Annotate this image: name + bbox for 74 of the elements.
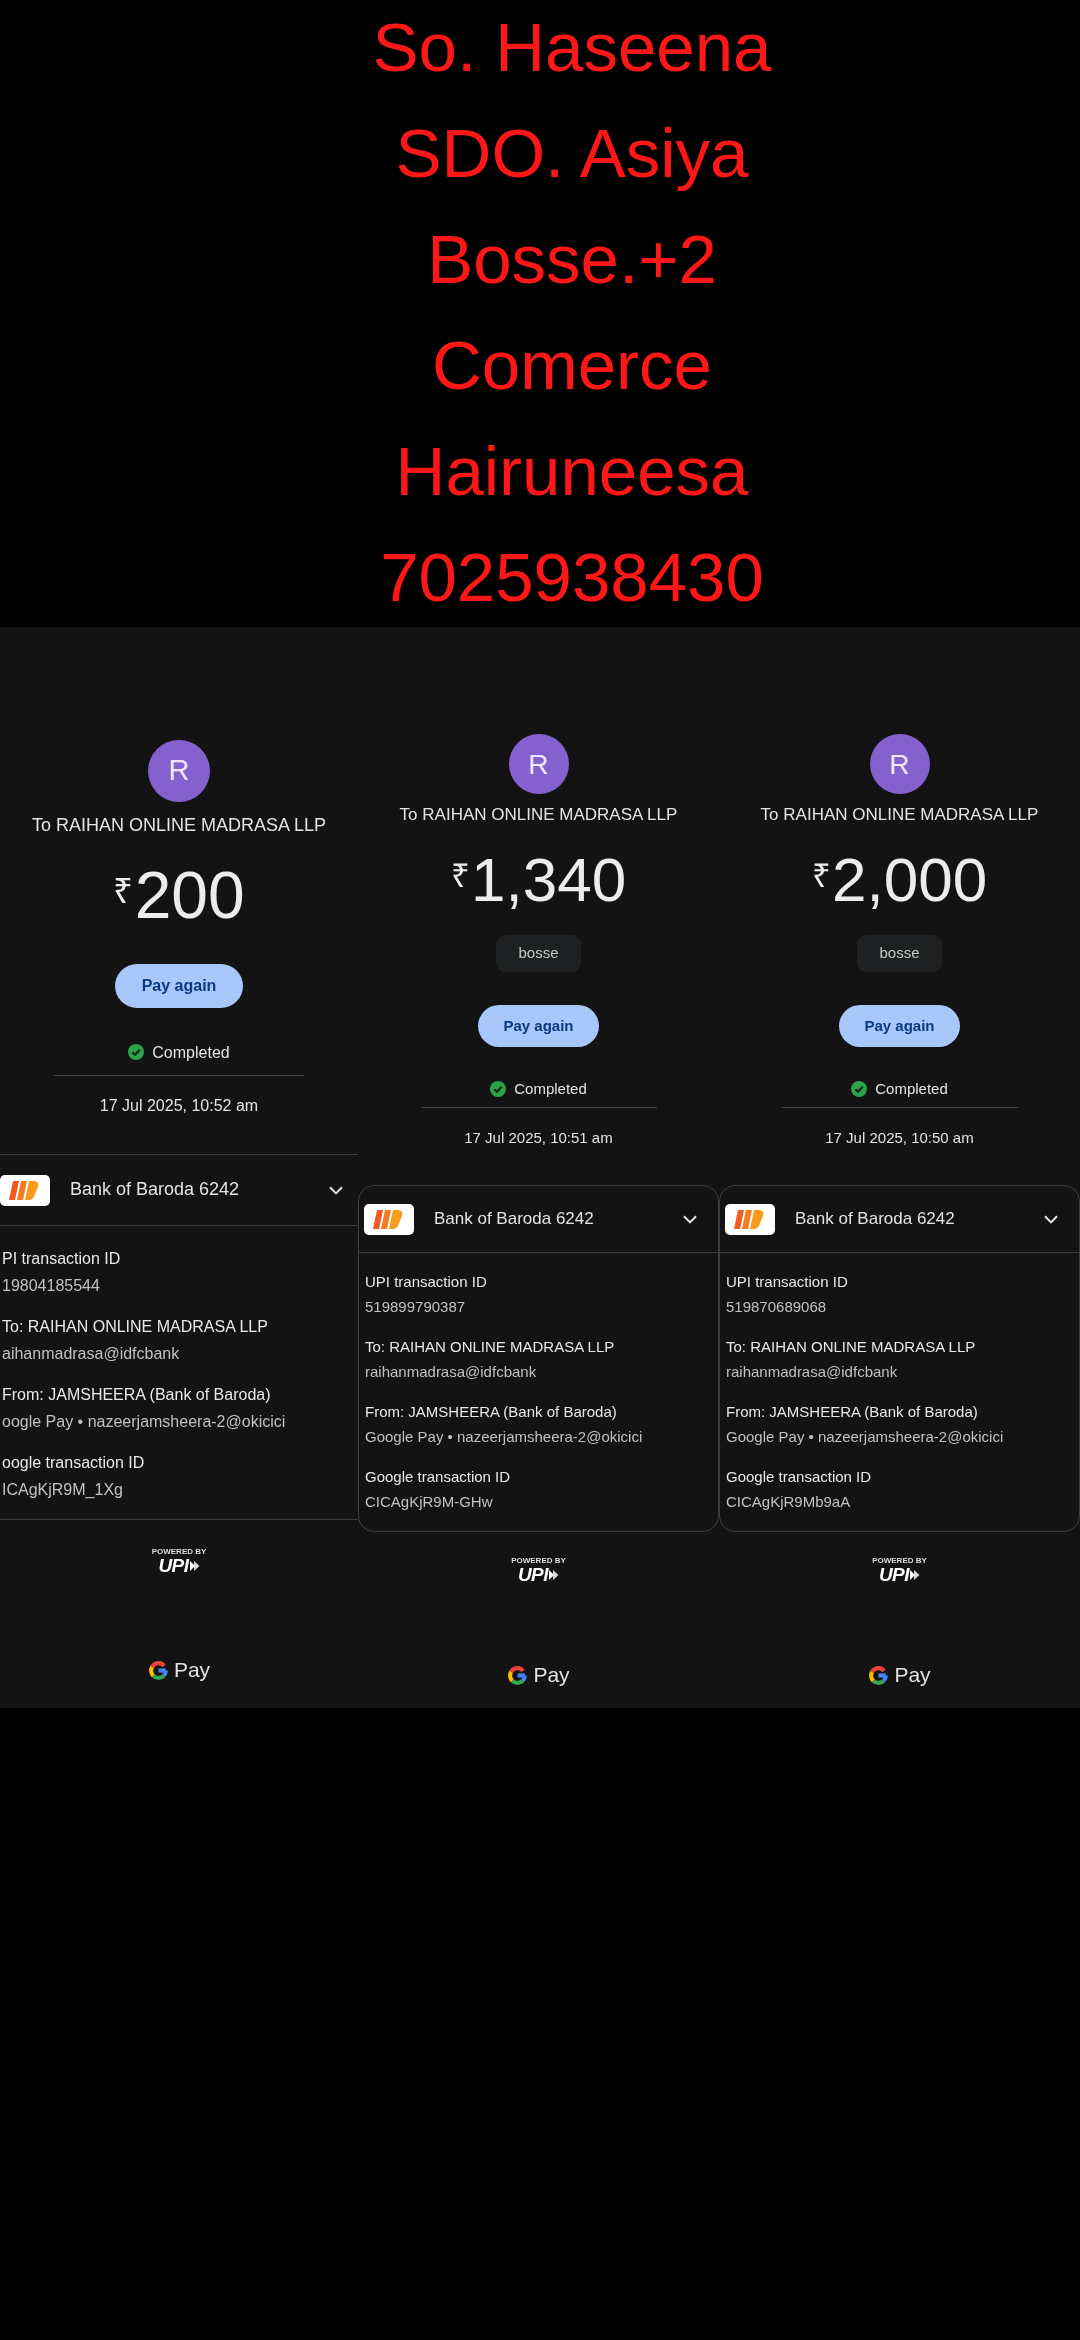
annotation-text: 7025938430 — [380, 540, 764, 616]
annotation-text: Bosse.+2 — [427, 222, 717, 298]
detail-value: aihanmadrasa@idfcbank — [2, 1343, 180, 1364]
detail-label: Google transaction ID — [726, 1467, 872, 1487]
detail-value: CICAgKjR9Mb9aA — [726, 1492, 851, 1512]
detail-label: PI transaction ID — [2, 1248, 121, 1269]
detail-label: From: JAMSHEERA (Bank of Baroda) — [365, 1402, 617, 1422]
detail-value: Google Pay • nazeerjamsheera-2@okicici — [365, 1427, 643, 1447]
bank-account-text: Bank of Baroda 6242 — [434, 1208, 595, 1230]
avatar: R — [148, 740, 210, 802]
annotation-text: SDO. Asiya — [395, 116, 749, 192]
bank-account-text: Bank of Baroda 6242 — [70, 1179, 241, 1201]
detail-value: ICAgKjR9M_1Xg — [2, 1479, 123, 1500]
chevron-down-icon[interactable] — [683, 1214, 697, 1224]
annotation-text: Comerce — [432, 328, 712, 404]
avatar: R — [869, 734, 930, 794]
detail-value: oogle Pay • nazeerjamsheera-2@okicici — [2, 1411, 286, 1432]
status-text: Completed — [152, 1042, 230, 1063]
detail-value: raihanmadrasa@idfcbank — [726, 1362, 898, 1382]
pay-again-button[interactable]: Pay again — [839, 1005, 960, 1047]
payee-text: To RAIHAN ONLINE MADRASA LLP — [31, 813, 327, 837]
powered-by-text: POWERED BY — [151, 1547, 207, 1556]
amount-text: $^{₹}$2,000 — [811, 849, 988, 911]
payee-text: To RAIHAN ONLINE MADRASA LLP — [399, 804, 678, 826]
detail-label: From: JAMSHEERA (Bank of Baroda) — [2, 1384, 271, 1405]
annotation-text: Hairuneesa — [395, 434, 749, 510]
status-text: Completed — [514, 1079, 587, 1099]
arrow-icon — [910, 1569, 921, 1581]
upi-logo-text: UPI — [878, 1565, 910, 1585]
brand-text: Pay — [533, 1662, 570, 1688]
detail-label: UPI transaction ID — [365, 1272, 487, 1292]
chevron-down-icon[interactable] — [1044, 1214, 1058, 1224]
note-chip: bosse — [496, 935, 581, 972]
detail-label: To: RAIHAN ONLINE MADRASA LLP — [726, 1337, 976, 1357]
detail-label: UPI transaction ID — [726, 1272, 848, 1292]
date-text: 17 Jul 2025, 10:51 am — [464, 1128, 613, 1148]
powered-by-text: POWERED BY — [872, 1556, 927, 1565]
bank-logo-icon — [364, 1203, 414, 1235]
bank-logo-icon — [725, 1203, 775, 1235]
detail-value: Google Pay • nazeerjamsheera-2@okicici — [726, 1427, 1004, 1447]
annotation-text: So. Haseena — [372, 10, 772, 86]
pay-again-button[interactable]: Pay again — [478, 1005, 599, 1047]
detail-label: From: JAMSHEERA (Bank of Baroda) — [726, 1402, 978, 1422]
date-text: 17 Jul 2025, 10:50 am — [825, 1128, 974, 1148]
detail-value: raihanmadrasa@idfcbank — [365, 1362, 537, 1382]
note-chip: bosse — [857, 935, 942, 972]
bank-logo-icon — [0, 1174, 50, 1206]
amount-text: $^{₹}$1,340 — [450, 849, 627, 911]
google-g-icon — [147, 1659, 169, 1681]
brand-text: Pay — [894, 1662, 931, 1688]
brand-text: Pay — [173, 1657, 211, 1683]
detail-label: To: RAIHAN ONLINE MADRASA LLP — [2, 1316, 268, 1337]
google-g-icon — [507, 1664, 529, 1686]
chevron-down-icon[interactable] — [329, 1185, 343, 1195]
payee-text: To RAIHAN ONLINE MADRASA LLP — [760, 804, 1039, 826]
powered-by-text: POWERED BY — [511, 1556, 566, 1565]
detail-value: CICAgKjR9M-GHw — [365, 1492, 493, 1512]
detail-value: 519870689068 — [726, 1297, 827, 1317]
upi-logo-text: UPI — [158, 1556, 189, 1576]
google-g-icon — [868, 1664, 890, 1686]
upi-logo-text: UPI — [517, 1565, 549, 1585]
bank-account-text: Bank of Baroda 6242 — [795, 1208, 956, 1230]
detail-label: oogle transaction ID — [2, 1452, 145, 1473]
detail-label: To: RAIHAN ONLINE MADRASA LLP — [365, 1337, 615, 1357]
detail-value: 519899790387 — [365, 1297, 466, 1317]
avatar: R — [508, 734, 569, 794]
detail-label: Google transaction ID — [365, 1467, 511, 1487]
pay-again-button[interactable]: Pay again — [115, 964, 243, 1008]
status-text: Completed — [875, 1079, 948, 1099]
date-text: 17 Jul 2025, 10:52 am — [99, 1095, 259, 1116]
detail-value: 19804185544 — [2, 1275, 100, 1296]
arrow-icon — [549, 1569, 560, 1581]
arrow-icon — [189, 1560, 200, 1572]
amount-text: $^{₹}$200 — [113, 862, 245, 928]
